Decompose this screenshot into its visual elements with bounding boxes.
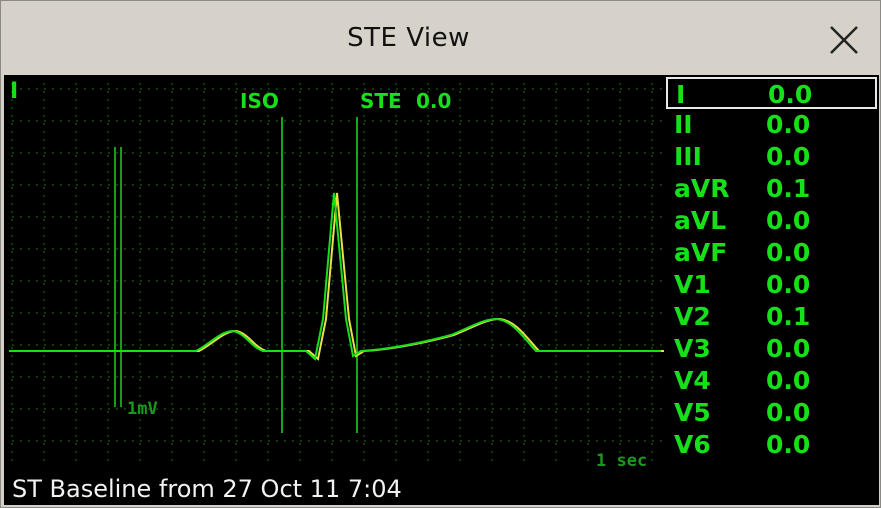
lead-row-v3[interactable]: V3 0.0 (666, 333, 877, 365)
lead-row-v2[interactable]: V2 0.1 (666, 301, 877, 333)
lead-name: V5 (674, 398, 711, 427)
lead-value: 0.0 (766, 366, 811, 395)
lead-row-v4[interactable]: V4 0.0 (666, 365, 877, 397)
lead-name: aVR (674, 174, 730, 203)
lead-value: 0.0 (766, 206, 811, 235)
lead-name: V2 (674, 302, 711, 331)
lead-value: 0.1 (766, 174, 811, 203)
title-bar: STE View (1, 1, 880, 75)
ecg-waveform-plot (9, 83, 664, 465)
window-title: STE View (347, 23, 470, 53)
lead-value: 0.0 (768, 80, 813, 109)
lead-row-v1[interactable]: V1 0.0 (666, 269, 877, 301)
lead-name: II (674, 110, 693, 139)
calibration-label: 1mV (127, 399, 158, 419)
time-scale-label: 1 sec (596, 451, 648, 471)
lead-row-iii[interactable]: III 0.0 (666, 141, 877, 173)
lead-value: 0.0 (766, 398, 811, 427)
lead-value: 0.0 (766, 430, 811, 459)
lead-name: III (674, 142, 702, 171)
lead-value: 0.0 (766, 110, 811, 139)
lead-name: V3 (674, 334, 711, 363)
lead-row-avl[interactable]: aVL 0.0 (666, 205, 877, 237)
lead-name: V6 (674, 430, 711, 459)
waveform-lead-label: I (10, 79, 19, 104)
ste-label[interactable]: STE (360, 89, 402, 113)
lead-row-ii[interactable]: II 0.0 (666, 109, 877, 141)
lead-value: 0.0 (766, 142, 811, 171)
st-baseline-info: ST Baseline from 27 Oct 11 7:04 (12, 475, 402, 503)
lead-value: 0.1 (766, 302, 811, 331)
monitor-screen: I ISO STE 0.0 1mV 1 sec I 0.0 II 0.0 III 0.0 a… (4, 75, 879, 505)
lead-name: V4 (674, 366, 711, 395)
lead-row-i[interactable]: I 0.0 (666, 77, 877, 109)
close-button[interactable] (819, 17, 869, 63)
lead-name: I (676, 80, 686, 109)
lead-row-v6[interactable]: V6 0.0 (666, 429, 877, 461)
lead-name: V1 (674, 270, 711, 299)
ste-view-window: STE View I ISO STE 0.0 1mV 1 sec I 0.0 II 0… (0, 0, 881, 508)
lead-row-avf[interactable]: aVF 0.0 (666, 237, 877, 269)
lead-values-panel: I 0.0 II 0.0 III 0.0 aVR 0.1 aVL 0.0 aVF 0.0 V1 0.0 V2… (664, 75, 879, 459)
lead-name: aVF (674, 238, 728, 267)
lead-value: 0.0 (766, 270, 811, 299)
iso-label[interactable]: ISO (240, 89, 279, 113)
lead-value: 0.0 (766, 334, 811, 363)
waveform-area: I ISO STE 0.0 1mV 1 sec (4, 75, 664, 505)
lead-name: aVL (674, 206, 727, 235)
baseline-ecg-trace (12, 192, 664, 361)
lead-row-avr[interactable]: aVR 0.1 (666, 173, 877, 205)
close-icon (830, 26, 858, 54)
lead-value: 0.0 (766, 238, 811, 267)
lead-row-v5[interactable]: V5 0.0 (666, 397, 877, 429)
ste-value: 0.0 (416, 89, 452, 113)
